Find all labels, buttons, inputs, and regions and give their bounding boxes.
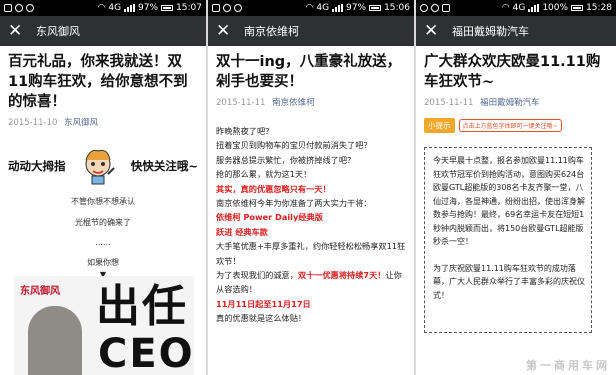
- banner-left-text: 动动大拇指: [8, 159, 66, 173]
- body-line-highlight: 11月11日起至11月17日: [216, 298, 311, 309]
- status-bar: ◠ 4G 97% 15:07: [0, 0, 206, 16]
- text-line: ......: [95, 238, 111, 247]
- battery-percent: 97%: [138, 3, 159, 13]
- body-line: 抢的那么累，就为这1天！: [216, 169, 312, 180]
- account-link[interactable]: 福田戴姆勒汽车: [480, 98, 540, 108]
- close-icon[interactable]: ✕: [8, 22, 28, 40]
- account-link[interactable]: 南京依维柯: [272, 98, 315, 108]
- body-line-highlight: 跃进 经典车款: [216, 226, 268, 237]
- app-icon: [223, 4, 231, 12]
- close-icon[interactable]: ✕: [216, 22, 236, 40]
- text-line: 不管你想不想承认: [71, 197, 135, 206]
- screen-3: ◠ 4G 100% 15:28 ✕ 福田戴姆勒汽车 广大群众欢庆欧曼11.11购…: [416, 0, 616, 375]
- brand-logo: 东风御风: [20, 286, 60, 297]
- follow-tip: 小提示 点击上方蓝色字体即可一键关注哦~: [424, 118, 608, 133]
- signal-icon: [332, 4, 344, 12]
- battery-icon: [369, 5, 382, 11]
- network-type: 4G: [316, 3, 330, 13]
- app-icon: [420, 4, 428, 12]
- person-image: [28, 306, 82, 375]
- text-line: 光棍节的确来了: [75, 218, 131, 227]
- body-line-highlight: 其实，真的优惠忽略只有一天！: [216, 183, 331, 194]
- banner-right-text: 快快关注哦~: [130, 159, 198, 173]
- notification-icon: [212, 4, 220, 12]
- signal-icon: [528, 4, 540, 12]
- text-line: 如果你想: [87, 258, 119, 267]
- poster-headline-2: CEO: [98, 331, 194, 375]
- body-line: 南京依维柯今年为你准备了两大实力干将：: [216, 198, 372, 209]
- screen-2: ◠ 4G 97% 15:06 ✕ 南京依维柯 双十一ing，八重豪礼放送，剁手也…: [208, 0, 414, 375]
- wifi-icon: ◠: [305, 3, 314, 13]
- nav-bar: ✕ 福田戴姆勒汽车: [416, 16, 616, 46]
- body-line: 服务器总提示繁忙，你被挤掉线了吧？: [216, 154, 356, 165]
- notification-icon: [4, 4, 12, 12]
- watermark: 第一商用车网: [526, 359, 610, 372]
- nav-title: 南京依维柯: [244, 25, 299, 38]
- follow-banner: 动动大拇指 快快关注哦~: [8, 146, 198, 186]
- nav-title: 福田戴姆勒汽车: [452, 25, 529, 38]
- network-type: 4G: [512, 3, 526, 13]
- wifi-icon: ◠: [501, 3, 510, 13]
- battery-icon: [571, 5, 584, 11]
- article-meta: 2015-11-10 东风御风: [8, 116, 198, 128]
- network-type: 4G: [108, 3, 122, 13]
- battery-percent: 97%: [346, 3, 367, 13]
- wifi-icon: ◠: [97, 3, 106, 13]
- notification-icon: [442, 4, 450, 12]
- article: 广大群众欢庆欧曼11.11购车狂欢节~ 2015-11-11 福田戴姆勒汽车 小…: [416, 46, 616, 339]
- body-line-highlight: 依维柯 Power Daily经典版: [216, 212, 323, 223]
- nav-bar: ✕ 东风御风: [0, 16, 206, 46]
- article-date: 2015-11-11: [216, 98, 266, 108]
- body-fragment-highlight: 双十一优惠将持续7天！: [297, 270, 386, 281]
- article-title: 广大群众欢庆欧曼11.11购车狂欢节~: [424, 54, 601, 90]
- poster-headline: 出任: [96, 281, 188, 332]
- nav-bar: ✕ 南京依维柯: [208, 16, 414, 46]
- account-link[interactable]: 东风御风: [64, 118, 98, 128]
- body-line: 昨晚熬夜了吧？: [216, 126, 274, 136]
- article: 双十一ing，八重豪礼放送，剁手也要买！ 2015-11-11 南京依维柯 昨晚…: [208, 46, 414, 332]
- promo-poster: 东风御风 出任 CEO: [14, 276, 194, 375]
- battery-icon: [161, 5, 174, 11]
- article: 百元礼品，你来我就送！双11购车狂欢，给你意想不到的惊喜！ 2015-11-10…: [0, 46, 206, 285]
- screen-1: ◠ 4G 97% 15:07 ✕ 东风御风 百元礼品，你来我就送！双11购车狂欢…: [0, 0, 206, 375]
- article-title: 百元礼品，你来我就送！双11购车狂欢，给你意想不到的惊喜！: [8, 54, 188, 110]
- headset-icon: [234, 4, 242, 12]
- status-bar: ◠ 4G 97% 15:06: [208, 0, 414, 16]
- cartoon-mascot-icon: [78, 146, 118, 186]
- article-title: 双十一ing，八重豪礼放送，剁手也要买！: [216, 54, 402, 90]
- article-date: 2015-11-10: [8, 118, 58, 128]
- note-paragraph: 为了庆祝欧曼11.11购车狂欢节的成功落幕，广大人民群众举行了丰富多彩的庆祝仪式…: [433, 263, 585, 300]
- note-paragraph: 今天早晨十点整，报名参加欧曼11.11购车狂欢节冠军价到抢购活动，意图购买624…: [433, 156, 585, 246]
- app-icon: [15, 4, 23, 12]
- article-meta: 2015-11-11 福田戴姆勒汽车: [424, 96, 608, 108]
- body-line-mixed: 为了表现我们的诚意，双十一优惠将持续7天！让你从容选购！: [216, 268, 406, 297]
- tip-badge: 小提示: [424, 118, 455, 133]
- body-fragment: 为了表现我们的诚意，: [216, 270, 298, 281]
- nav-title: 东风御风: [36, 25, 80, 38]
- status-bar: ◠ 4G 100% 15:28: [416, 0, 616, 16]
- article-date: 2015-11-11: [424, 98, 474, 108]
- signal-icon: [124, 4, 136, 12]
- article-body: 昨晚熬夜了吧？ 扭着宝贝到购物车的宝贝付款前消失了吧？ 服务器总提示繁忙，你被挤…: [216, 124, 406, 326]
- clock: 15:06: [384, 3, 410, 13]
- battery-percent: 100%: [542, 3, 569, 13]
- article-note-box: 今天早晨十点整，报名参加欧曼11.11购车狂欢节冠军价到抢购活动，意图购买624…: [424, 147, 592, 333]
- headset-icon: [431, 4, 439, 12]
- body-line: 真的优惠就是这么体贴！: [216, 313, 307, 324]
- headset-icon: [26, 4, 34, 12]
- clock: 15:07: [176, 3, 202, 13]
- article-meta: 2015-11-11 南京依维柯: [216, 96, 406, 108]
- close-icon[interactable]: ✕: [424, 22, 444, 40]
- tip-text[interactable]: 点击上方蓝色字体即可一键关注哦~: [458, 119, 562, 132]
- body-line: 扭着宝贝到购物车的宝贝付款前消失了吧？: [216, 140, 372, 151]
- clock: 15:28: [586, 3, 612, 13]
- body-line: 大手笔优惠+丰厚多重礼，约你轻轻松松畅享双11狂欢节！: [216, 241, 406, 266]
